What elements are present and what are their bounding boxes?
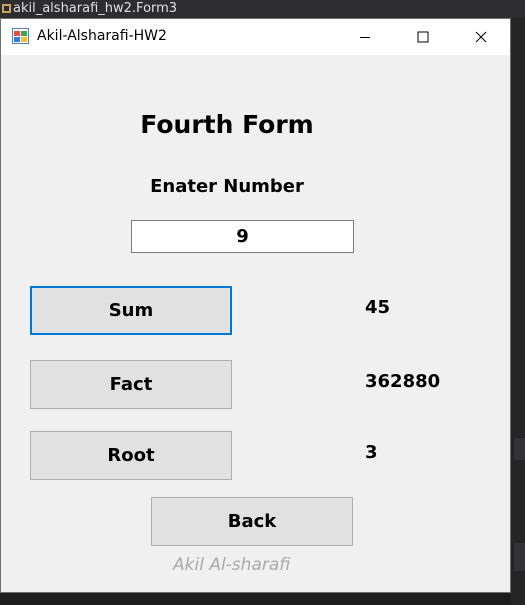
root-result: 3: [365, 442, 378, 463]
close-icon: [475, 31, 487, 43]
maximize-icon: [417, 31, 429, 43]
ide-panel-marker: [514, 543, 525, 571]
maximize-button[interactable]: [394, 19, 452, 55]
back-button[interactable]: Back: [151, 497, 353, 546]
sum-result: 45: [365, 297, 391, 318]
form-heading: Fourth Form: [140, 110, 314, 139]
ide-side-panel: [511, 18, 525, 605]
ide-tab-title: akil_alsharafi_hw2.Form3: [13, 1, 178, 16]
number-prompt-label: Enater Number: [150, 176, 304, 197]
fact-button[interactable]: Fact: [30, 360, 232, 409]
fact-result: 362880: [365, 371, 441, 392]
ide-document-tab[interactable]: akil_alsharafi_hw2.Form3: [0, 0, 525, 18]
number-input[interactable]: [131, 220, 354, 253]
minimize-button[interactable]: [336, 19, 394, 55]
title-bar[interactable]: Akil-Alsharafi-HW2: [1, 19, 510, 55]
window-title: Akil-Alsharafi-HW2: [37, 28, 167, 44]
author-signature: Akil Al-sharafi: [173, 555, 291, 575]
form-window: Akil-Alsharafi-HW2 Fourth Form Enater Nu…: [0, 18, 511, 593]
close-button[interactable]: [452, 19, 510, 55]
app-icon: [12, 28, 29, 44]
minimize-icon: [360, 37, 370, 38]
sum-button[interactable]: Sum: [30, 286, 232, 335]
designer-file-icon: [2, 4, 11, 13]
root-button[interactable]: Root: [30, 431, 232, 480]
ide-panel-marker: [514, 438, 525, 460]
